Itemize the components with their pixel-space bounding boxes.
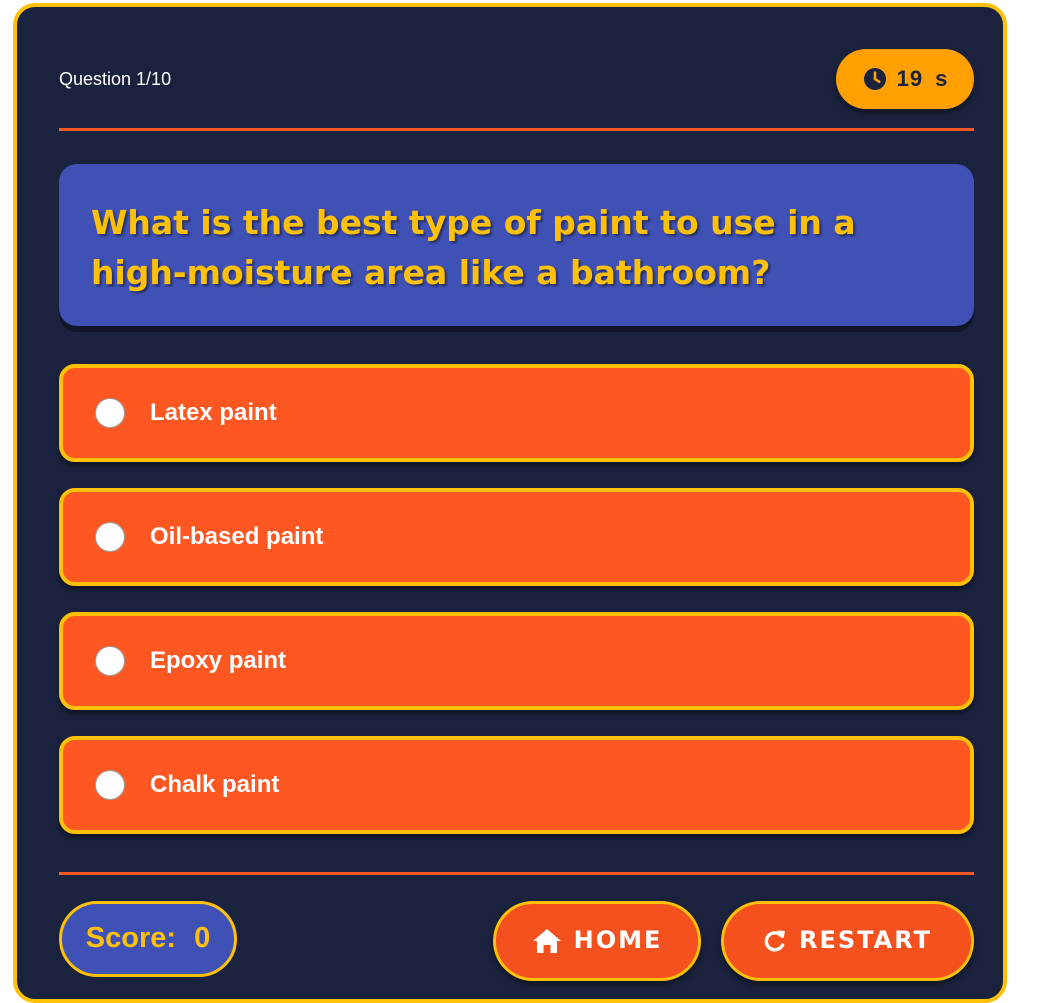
answer-option-label: Chalk paint (150, 771, 280, 798)
radio-button[interactable] (95, 522, 125, 552)
answer-option[interactable]: Epoxy paint (59, 612, 974, 710)
radio-button[interactable] (95, 770, 125, 800)
answer-option-label: Latex paint (150, 399, 277, 426)
header-divider (59, 128, 974, 131)
question-counter: Question 1/10 (59, 69, 172, 89)
question-text: What is the best type of paint to use in… (91, 203, 856, 292)
home-button-label: HOME (573, 926, 663, 954)
restart-button-label: RESTART (798, 926, 932, 954)
home-icon (532, 926, 562, 954)
quiz-header: Question 1/10 19 s (59, 49, 974, 111)
answer-option-label: Epoxy paint (150, 647, 287, 674)
home-button[interactable]: HOME (493, 901, 701, 981)
radio-button[interactable] (95, 398, 125, 428)
restart-icon (763, 926, 787, 954)
timer-value: 19 (896, 66, 924, 91)
answer-option[interactable]: Oil-based paint (59, 488, 974, 586)
timer-badge: 19 s (836, 49, 974, 109)
timer-unit: s (935, 66, 948, 91)
score-label: Score: (85, 922, 177, 954)
score-display: Score: 0 (59, 901, 237, 977)
score-value: 0 (194, 922, 211, 954)
quiz-card: Question 1/10 19 s What is the best type… (13, 3, 1007, 1003)
restart-button[interactable]: RESTART (721, 901, 974, 981)
clock-icon (863, 67, 887, 91)
answer-option[interactable]: Chalk paint (59, 736, 974, 834)
radio-button[interactable] (95, 646, 125, 676)
footer-divider (59, 872, 974, 875)
answer-option-label: Oil-based paint (150, 523, 324, 550)
answer-option[interactable]: Latex paint (59, 364, 974, 462)
question-box: What is the best type of paint to use in… (59, 164, 974, 326)
